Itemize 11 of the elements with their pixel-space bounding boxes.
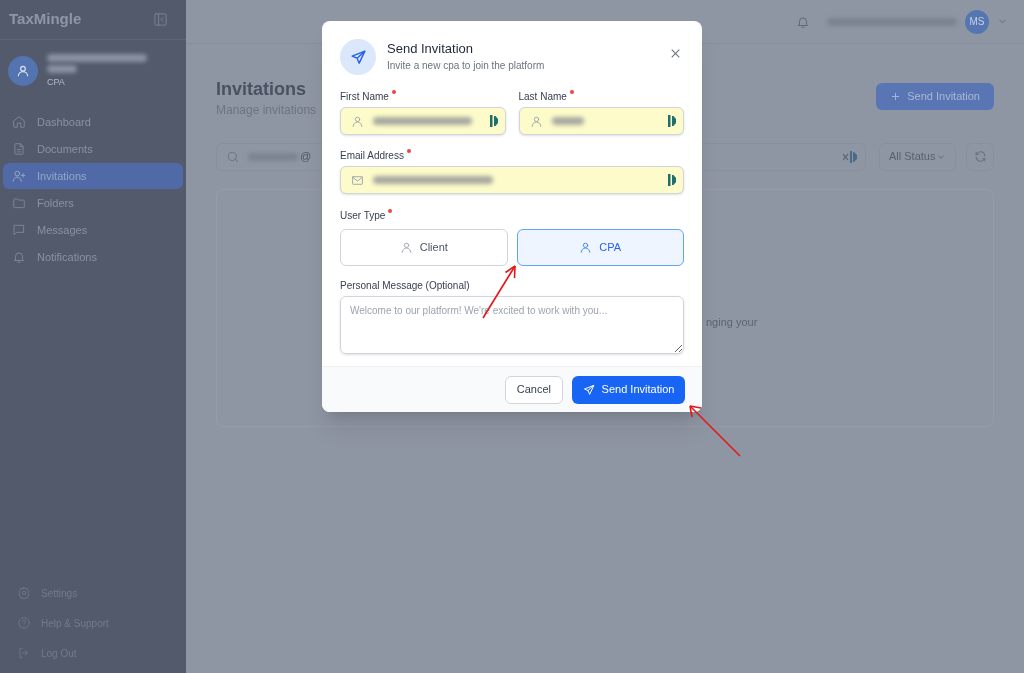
field-label: Email Address [340, 148, 684, 163]
modal-title: Send Invitation [387, 41, 474, 58]
modal-subtitle: Invite a new cpa to join the platform [387, 59, 545, 74]
field-label: User Type [340, 208, 684, 223]
user-role: CPA [47, 78, 66, 87]
field-label: Personal Message (Optional) [340, 279, 471, 293]
field-label: Last Name [518, 89, 684, 104]
page-title: Invitations [216, 78, 307, 101]
search-text: @ [300, 149, 312, 165]
brand-logo: TaxMingle [9, 9, 82, 30]
field-label: First Name [340, 89, 506, 104]
